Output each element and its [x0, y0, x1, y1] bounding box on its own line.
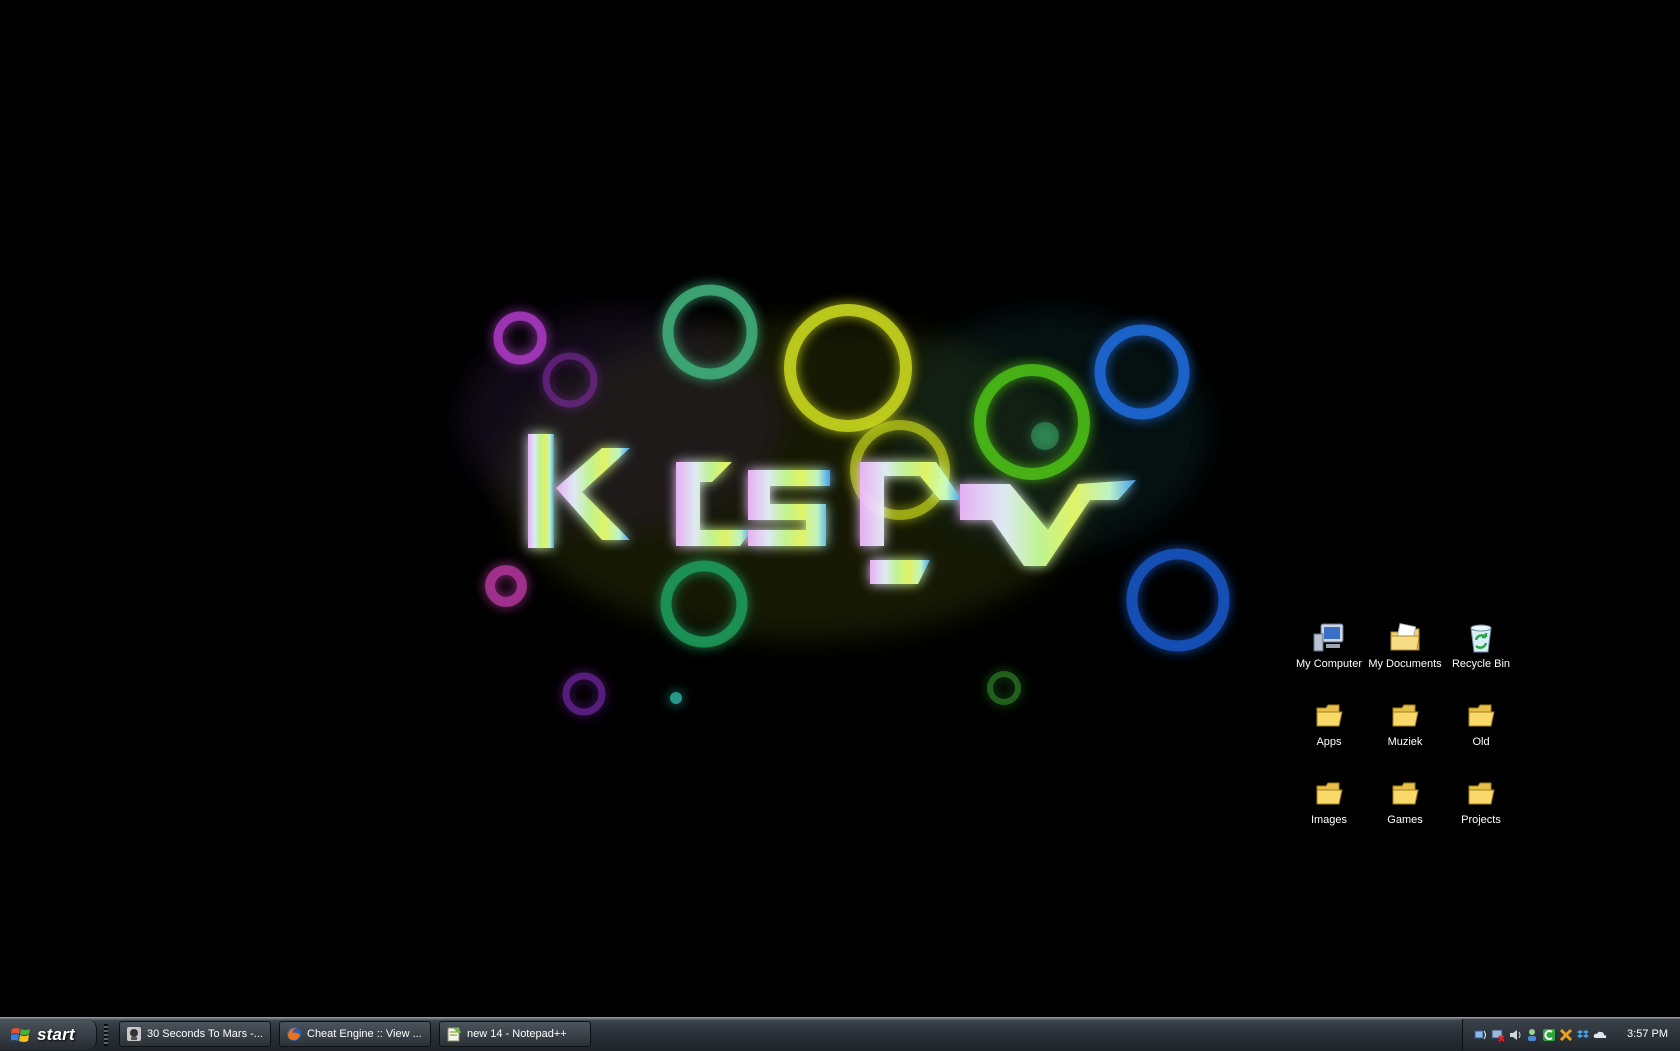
folder-icon: [1316, 704, 1343, 727]
desktop-icon-label: Muziek: [1387, 736, 1423, 748]
desktop-icon-label: Games: [1387, 814, 1423, 826]
dropbox-icon[interactable]: [1576, 1028, 1590, 1042]
start-label: start: [37, 1024, 75, 1044]
desktop-icon-games[interactable]: Games: [1366, 778, 1444, 826]
audio-icon[interactable]: [1508, 1028, 1522, 1042]
task-button-label: Cheat Engine :: View ...: [307, 1028, 422, 1040]
desktop-icon-label: Old: [1472, 736, 1490, 748]
green-c-icon[interactable]: [1542, 1028, 1556, 1042]
desktop-icon-my-computer[interactable]: My Computer: [1290, 622, 1368, 670]
task-button-winamp[interactable]: 30 Seconds To Mars -...: [119, 1021, 271, 1047]
desktop-icon-label: My Computer: [1295, 658, 1363, 670]
system-tray: 3:57 PM: [1462, 1019, 1680, 1050]
my-documents-icon: [1390, 622, 1420, 651]
task-button-label: 30 Seconds To Mars -...: [147, 1028, 263, 1040]
desktop-icon-label: Recycle Bin: [1451, 658, 1511, 670]
folder-icon: [1392, 704, 1419, 727]
user-icon[interactable]: [1525, 1028, 1539, 1042]
task-button-label: new 14 - Notepad++: [467, 1028, 567, 1040]
folder-icon: [1468, 782, 1495, 805]
desktop-icon-old[interactable]: Old: [1442, 700, 1520, 748]
desktop[interactable]: My Computer My Documents Recycle Bin App…: [0, 0, 1680, 1017]
tool-icon[interactable]: [1559, 1028, 1573, 1042]
desktop-icon-label: My Documents: [1368, 658, 1442, 670]
desktop-icon-muziek[interactable]: Muziek: [1366, 700, 1444, 748]
notepad-icon: [447, 1027, 461, 1042]
recycle-bin-icon: [1470, 624, 1492, 653]
network-disconnected-icon[interactable]: [1491, 1028, 1505, 1042]
desktop-icon-images[interactable]: Images: [1290, 778, 1368, 826]
desktop-icon-apps[interactable]: Apps: [1290, 700, 1368, 748]
desktop-icon-label: Projects: [1461, 814, 1501, 826]
desktop-icon-recycle-bin[interactable]: Recycle Bin: [1442, 622, 1520, 670]
network-icon[interactable]: [1474, 1028, 1488, 1042]
my-computer-icon: [1313, 623, 1344, 652]
winamp-icon: [127, 1027, 141, 1041]
desktop-icon-my-documents[interactable]: My Documents: [1366, 622, 1444, 670]
task-button-notepadpp[interactable]: new 14 - Notepad++: [439, 1021, 591, 1047]
taskbar: start 30 Seconds To Mars -... Cheat Engi…: [0, 1017, 1680, 1051]
wallpaper: [460, 284, 1230, 716]
desktop-icon-label: Images: [1310, 814, 1348, 826]
desktop-icon-projects[interactable]: Projects: [1442, 778, 1520, 826]
folder-icon: [1468, 704, 1495, 727]
folder-icon: [1392, 782, 1419, 805]
clock[interactable]: 3:57 PM: [1627, 1028, 1668, 1040]
folder-icon: [1316, 782, 1343, 805]
start-button[interactable]: start: [0, 1019, 97, 1050]
task-button-firefox[interactable]: Cheat Engine :: View ...: [279, 1021, 431, 1047]
firefox-icon: [287, 1027, 301, 1041]
taskbar-grip[interactable]: [104, 1024, 108, 1046]
desktop-icon-label: Apps: [1316, 736, 1342, 748]
cloud-icon[interactable]: [1593, 1028, 1607, 1042]
windows-logo-icon: [11, 1027, 30, 1042]
